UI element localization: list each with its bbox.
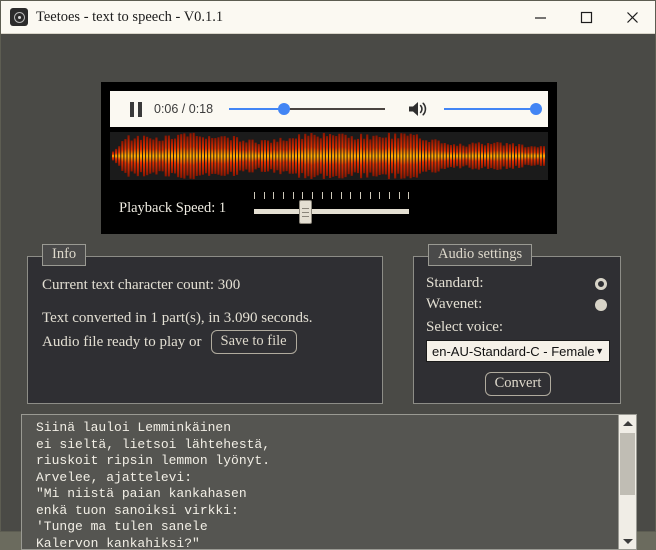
- standard-voice-option[interactable]: Standard:: [426, 273, 620, 294]
- audio-settings-body: Standard: Wavenet: Select voice: en-AU-S…: [414, 257, 620, 403]
- window-body: 0:06 / 0:18 Playback Speed: 1 Info Curre…: [1, 34, 655, 550]
- character-count-text: Current text character count: 300: [42, 277, 241, 293]
- convert-button[interactable]: Convert: [484, 372, 552, 396]
- audio-player-panel: 0:06 / 0:18 Playback Speed: 1: [101, 82, 557, 234]
- select-voice-label: Select voice:: [426, 319, 504, 335]
- volume-thumb[interactable]: [530, 103, 542, 115]
- ready-row: Audio file ready to play or Save to file: [42, 330, 382, 354]
- text-input-area[interactable]: Siinä lauloi Lemminkäinen ei sieltä, lie…: [21, 414, 637, 550]
- title-bar: Teetoes - text to speech - V0.1.1: [1, 1, 655, 34]
- speed-thumb[interactable]: [299, 200, 313, 224]
- scrollbar-track[interactable]: [619, 431, 636, 533]
- save-to-file-button[interactable]: Save to file: [210, 330, 297, 354]
- wavenet-voice-option[interactable]: Wavenet:: [426, 294, 620, 315]
- window-controls: [517, 1, 655, 33]
- wavenet-label: Wavenet:: [426, 296, 483, 312]
- voice-select-dropdown[interactable]: en-AU-Standard-C - Female ▼: [426, 340, 610, 362]
- seek-thumb[interactable]: [277, 103, 290, 115]
- standard-radio[interactable]: [595, 277, 607, 290]
- info-panel-title: Info: [42, 244, 87, 266]
- close-button[interactable]: [609, 1, 655, 33]
- seek-fill: [229, 107, 284, 111]
- info-panel-body: Current text character count: 300 Text c…: [28, 257, 382, 354]
- time-display: 0:06 / 0:18: [154, 102, 214, 116]
- chevron-down-icon[interactable]: ▼: [595, 346, 604, 356]
- audio-waveform: [110, 132, 548, 180]
- volume-slider[interactable]: [444, 102, 542, 116]
- window-title: Teetoes - text to speech - V0.1.1: [36, 8, 224, 25]
- ready-to-play-text: Audio file ready to play or: [42, 333, 202, 350]
- player-control-bar: 0:06 / 0:18: [110, 91, 548, 127]
- voice-select-value: en-AU-Standard-C - Female: [432, 343, 595, 359]
- maximize-button[interactable]: [563, 1, 609, 33]
- audio-settings-panel: Audio settings Standard: Wavenet: Select…: [413, 244, 621, 404]
- app-window: Teetoes - text to speech - V0.1.1 0:06 /…: [0, 0, 656, 550]
- wavenet-radio[interactable]: [595, 298, 607, 311]
- scrollbar-thumb[interactable]: [620, 433, 635, 495]
- speed-track: [254, 209, 410, 214]
- text-scrollbar[interactable]: [618, 415, 636, 549]
- playback-speed-slider[interactable]: [254, 191, 410, 225]
- speaker-on-icon[interactable]: [407, 100, 428, 118]
- minimize-button[interactable]: [517, 1, 563, 33]
- text-input-content[interactable]: Siinä lauloi Lemminkäinen ei sieltä, lie…: [22, 415, 618, 549]
- seek-slider[interactable]: [229, 102, 386, 116]
- speed-tick-marks: [254, 192, 410, 199]
- standard-label: Standard:: [426, 275, 484, 291]
- playback-speed-label: Playback Speed: 1: [119, 199, 227, 216]
- conversion-status-text: Text converted in 1 part(s), in 3.090 se…: [42, 310, 313, 326]
- triangle-up-icon[interactable]: [619, 415, 636, 431]
- app-disc-icon: [10, 8, 28, 26]
- info-panel: Info Current text character count: 300 T…: [27, 244, 383, 404]
- volume-fill: [444, 107, 536, 111]
- pause-icon[interactable]: [130, 101, 142, 117]
- playback-speed-row: Playback Speed: 1: [110, 186, 548, 230]
- convert-button-row: Convert: [426, 372, 610, 396]
- triangle-down-icon[interactable]: [619, 533, 636, 549]
